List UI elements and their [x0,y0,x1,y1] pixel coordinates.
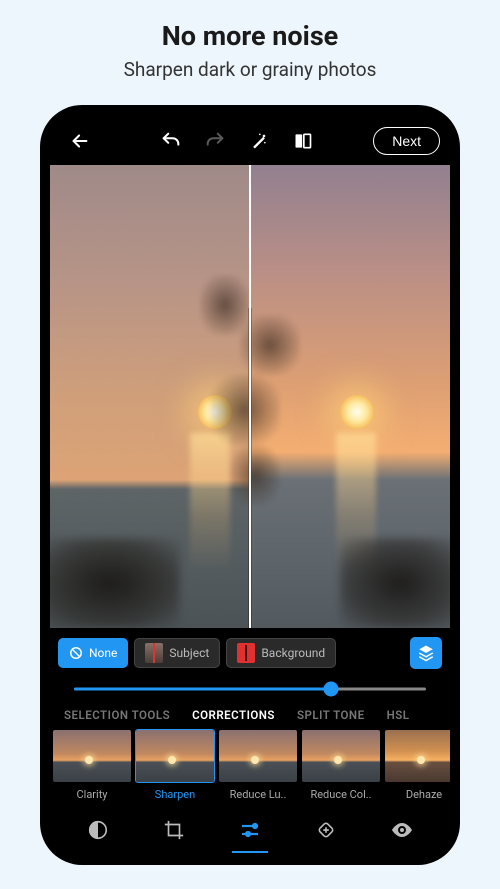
category-tabs: SELECTION TOOLS CORRECTIONS SPLIT TONE H… [50,700,450,726]
mask-none-label: None [89,646,117,660]
mask-none-chip[interactable]: None [58,638,128,668]
compare-button[interactable] [283,121,323,161]
bottom-nav [50,805,450,855]
nav-adjust[interactable] [220,809,280,851]
intensity-slider[interactable] [50,678,450,700]
none-icon [69,646,83,660]
tab-hsl[interactable]: HSL [387,708,410,722]
nav-crop[interactable] [144,809,204,851]
top-toolbar: Next [50,119,450,163]
magic-wand-button[interactable] [239,121,279,161]
correction-reduce-luminance-label: Reduce Lu.. [230,788,287,801]
back-button[interactable] [60,121,100,161]
correction-reduce-color-label: Reduce Col.. [310,788,371,801]
mask-background-label: Background [261,646,325,660]
phone-frame: Next None [40,105,460,865]
next-button[interactable]: Next [373,127,440,155]
nav-red-eye[interactable] [372,809,432,851]
nav-heal[interactable] [296,809,356,851]
tab-selection-tools[interactable]: SELECTION TOOLS [64,708,170,722]
correction-clarity[interactable]: Clarity [52,730,132,801]
tab-split-tone[interactable]: SPLIT TONE [297,708,365,722]
correction-clarity-label: Clarity [76,788,107,801]
nav-looks[interactable] [68,809,128,851]
correction-dehaze-label: Dehaze [406,788,442,801]
mask-background-chip[interactable]: Background [226,638,336,668]
mask-subject-chip[interactable]: Subject [134,638,220,668]
undo-button[interactable] [151,121,191,161]
image-canvas[interactable] [50,165,450,628]
correction-reduce-luminance[interactable]: Reduce Lu.. [218,730,298,801]
correction-sharpen-label: Sharpen [155,788,195,801]
promo-title: No more noise [162,20,339,52]
redo-button[interactable] [195,121,235,161]
correction-dehaze[interactable]: Dehaze [384,730,450,801]
promo-subtitle: Sharpen dark or grainy photos [124,58,377,81]
correction-reduce-color[interactable]: Reduce Col.. [301,730,381,801]
compare-divider[interactable] [249,165,251,628]
corrections-strip: Clarity Sharpen Reduce Lu.. Reduce Col..… [50,726,450,801]
mask-selector-row: None Subject Background [50,634,450,672]
subject-swatch [145,643,163,663]
layers-button[interactable] [410,637,442,669]
background-swatch [237,643,255,663]
mask-subject-label: Subject [169,646,209,660]
correction-sharpen[interactable]: Sharpen [135,730,215,801]
tab-corrections[interactable]: CORRECTIONS [192,708,275,722]
